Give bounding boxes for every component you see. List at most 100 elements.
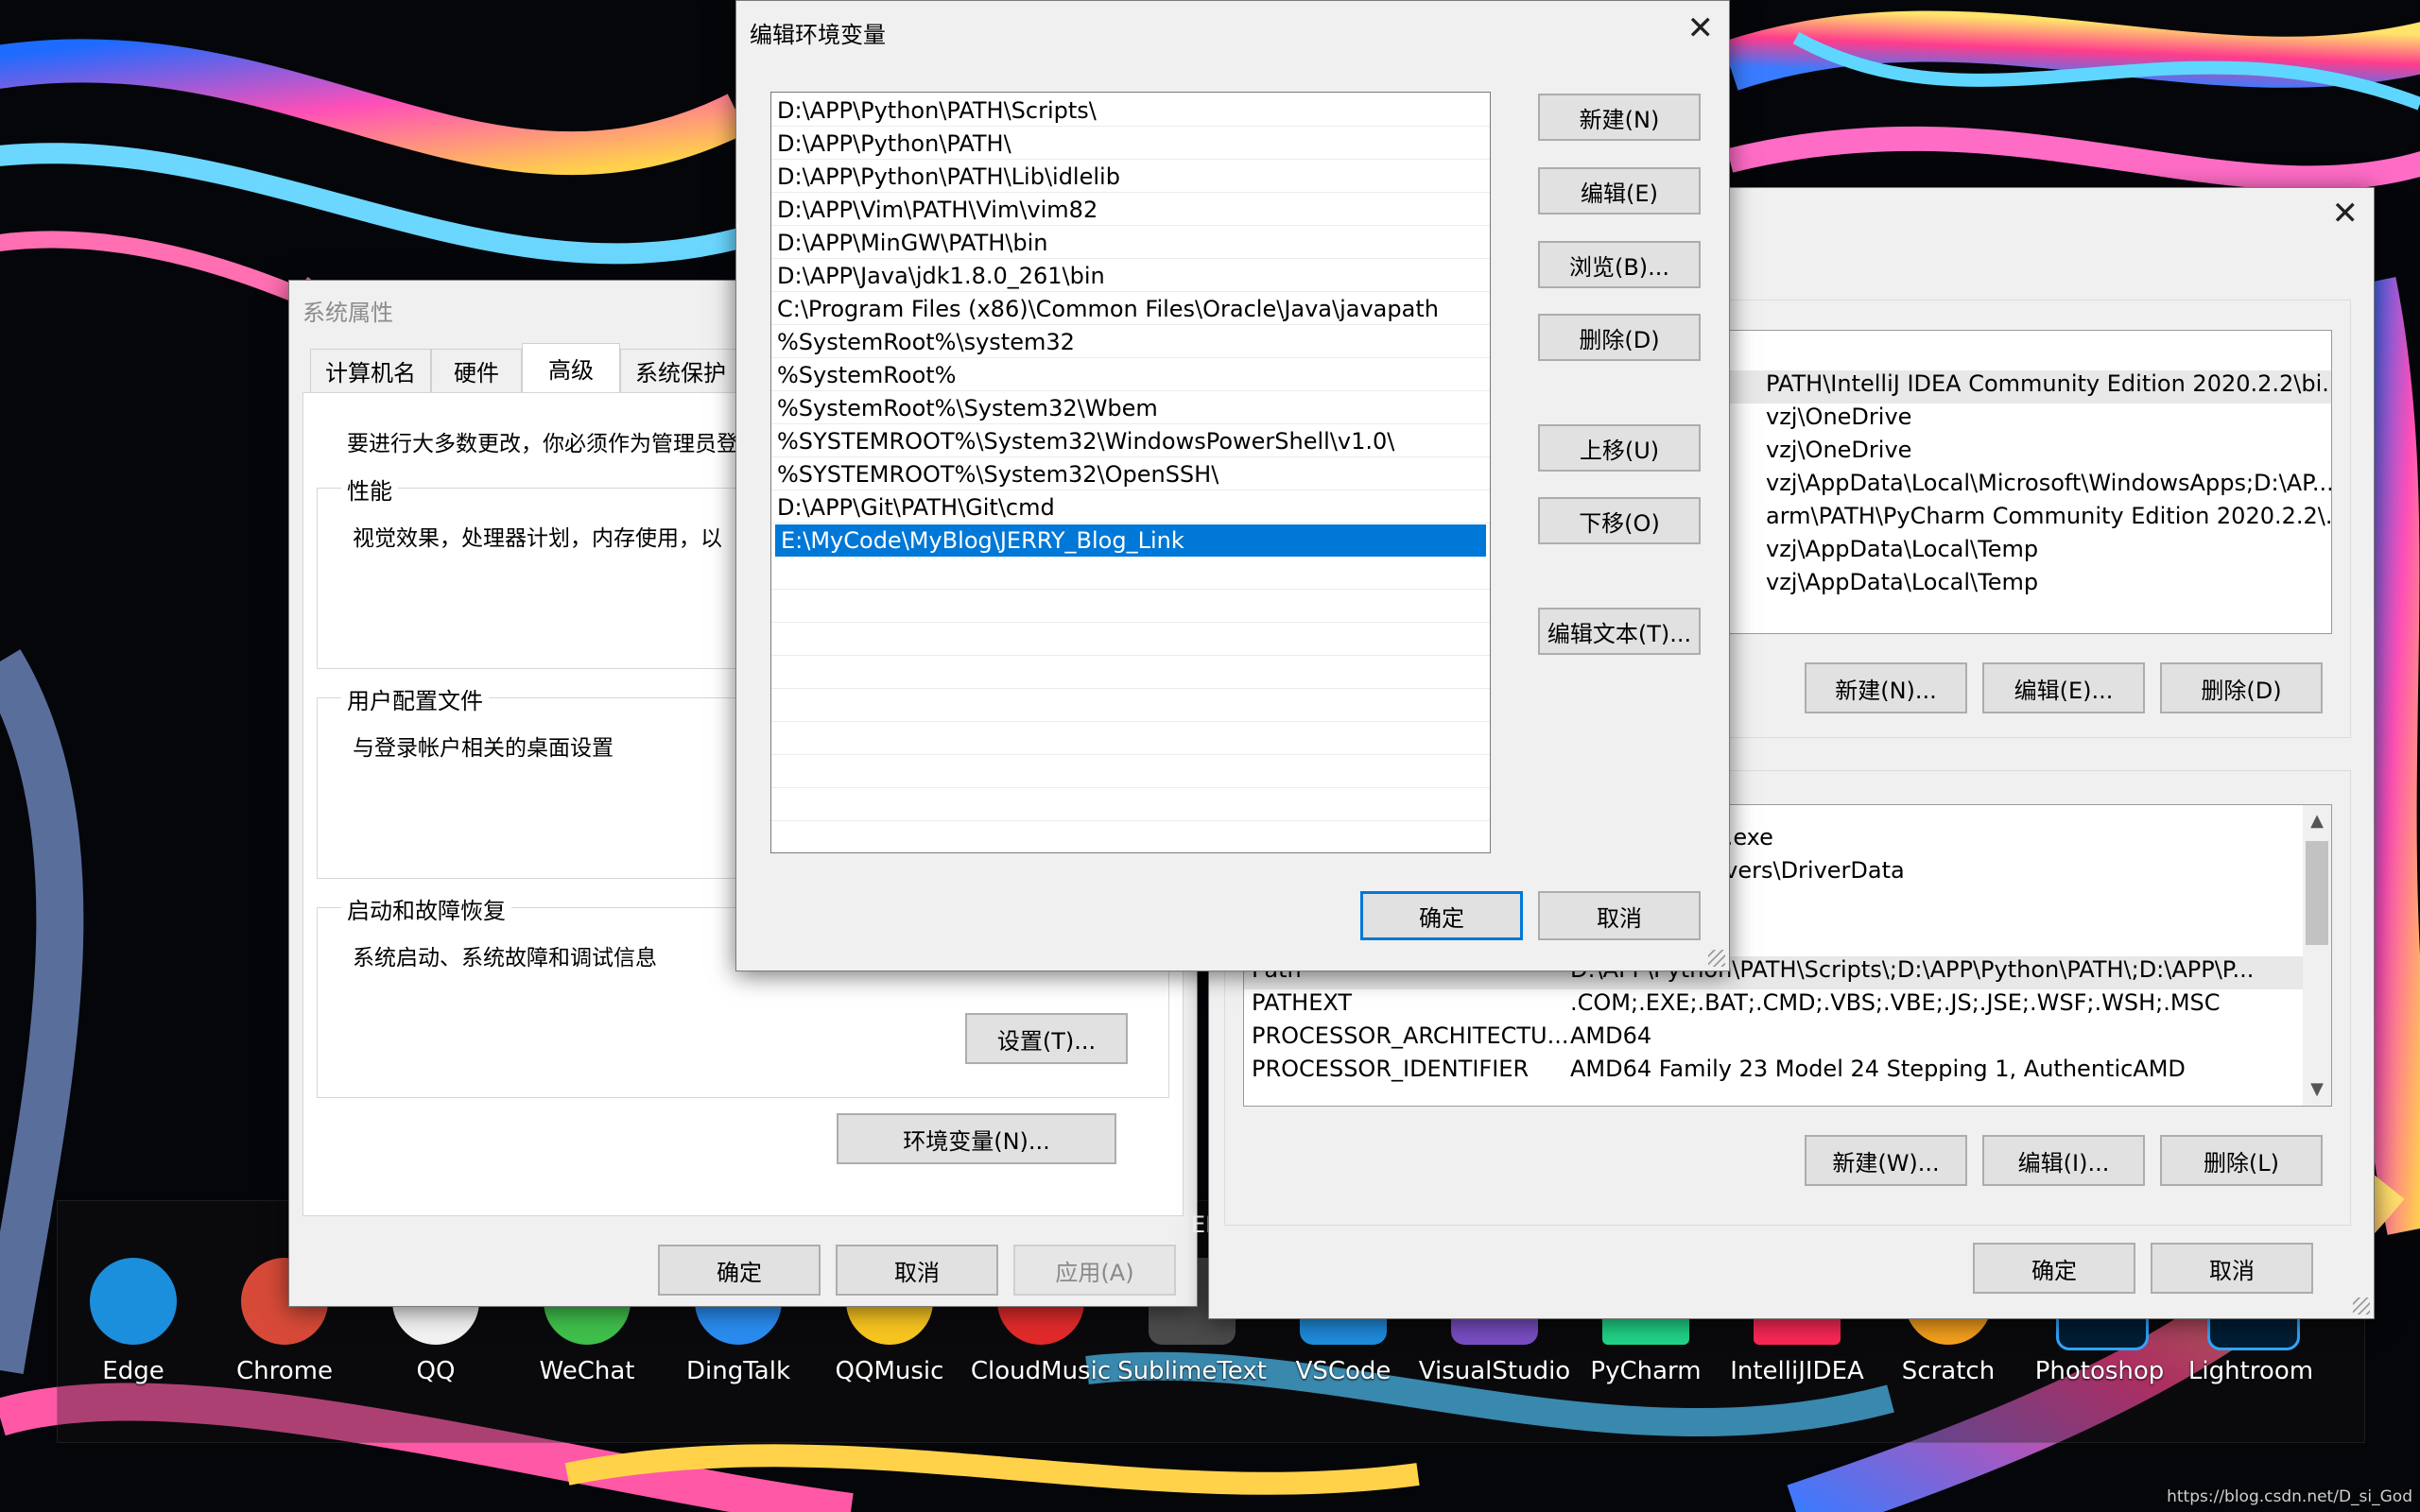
- variable-value: vzj\AppData\Local\Temp: [1766, 536, 2039, 562]
- app-label: Lightroom: [2187, 1357, 2314, 1385]
- variable-name: PROCESSOR_IDENTIFIER: [1252, 1056, 1530, 1082]
- list-item[interactable]: D:\APP\Java\jdk1.8.0_261\bin: [771, 260, 1490, 292]
- dialog-title: 编辑环境变量: [750, 22, 886, 48]
- close-icon[interactable]: ✕: [1687, 12, 1715, 44]
- app-label: Chrome: [236, 1357, 333, 1385]
- app-label: Edge: [102, 1357, 164, 1385]
- dialog-title: 系统属性: [302, 300, 393, 326]
- system-new-button[interactable]: 新建(W)...: [1805, 1135, 1967, 1186]
- user-new-button[interactable]: 新建(N)...: [1805, 662, 1967, 713]
- cancel-button[interactable]: 取消: [1538, 891, 1701, 940]
- user-profiles-desc: 与登录帐户相关的桌面设置: [353, 736, 614, 761]
- variable-value: vzj\OneDrive: [1766, 404, 1912, 430]
- startup-settings-button[interactable]: 设置(T)...: [965, 1013, 1128, 1064]
- performance-title: 性能: [341, 472, 398, 506]
- list-item[interactable]: D:\APP\Vim\PATH\Vim\vim82: [771, 194, 1490, 226]
- table-row[interactable]: PROCESSOR_IDENTIFIER AMD64 Family 23 Mode…: [1244, 1056, 2331, 1089]
- list-item-selected[interactable]: E:\MyCode\MyBlog\JERRY_Blog_Link: [775, 524, 1486, 557]
- empty-row: [771, 657, 1490, 689]
- user-delete-button[interactable]: 删除(D): [2160, 662, 2323, 713]
- chevron-up-icon[interactable]: ▲: [2303, 807, 2331, 835]
- empty-row: [771, 558, 1490, 590]
- variable-value: AMD64: [1570, 1022, 1652, 1049]
- startup-recovery-title: 启动和故障恢复: [341, 892, 511, 925]
- app-label: WeChat: [539, 1357, 635, 1385]
- variable-value: .COM;.EXE;.BAT;.CMD;.VBS;.VBE;.JS;.JSE;.…: [1570, 989, 2221, 1016]
- list-item[interactable]: D:\APP\MinGW\PATH\bin: [771, 227, 1490, 259]
- tab-hardware[interactable]: 硬件: [431, 349, 522, 392]
- environment-variables-button[interactable]: 环境变量(N)...: [837, 1113, 1116, 1164]
- app-label: VisualStudio: [1418, 1357, 1571, 1385]
- empty-row: [771, 690, 1490, 722]
- variable-name: PROCESSOR_ARCHITECTU...: [1252, 1022, 1569, 1049]
- chevron-down-icon[interactable]: ▼: [2303, 1075, 2331, 1104]
- list-item[interactable]: %SYSTEMROOT%\System32\WindowsPowerShell\…: [771, 425, 1490, 457]
- move-up-button[interactable]: 上移(U): [1538, 424, 1701, 472]
- tab-system-protection[interactable]: 系统保护: [620, 349, 741, 392]
- table-row[interactable]: PROCESSOR_ARCHITECTU... AMD64: [1244, 1022, 2331, 1056]
- variable-value: arm\PATH\PyCharm Community Edition 2020.…: [1766, 503, 2332, 529]
- resize-grip[interactable]: [2353, 1297, 2370, 1314]
- cancel-button[interactable]: 取消: [2151, 1243, 2313, 1294]
- watermark-url: https://blog.csdn.net/D_si_God: [2167, 1487, 2412, 1506]
- app-label: Photoshop: [2034, 1357, 2165, 1385]
- new-button[interactable]: 新建(N): [1538, 94, 1701, 141]
- app-edge[interactable]: Edge: [58, 1201, 209, 1442]
- edit-button[interactable]: 编辑(E): [1538, 167, 1701, 215]
- system-edit-button[interactable]: 编辑(I)...: [1982, 1135, 2145, 1186]
- cancel-button[interactable]: 取消: [836, 1245, 998, 1296]
- user-profiles-title: 用户配置文件: [341, 682, 489, 715]
- app-label: QQ: [416, 1357, 456, 1385]
- list-item[interactable]: D:\APP\Python\PATH\Lib\idlelib: [771, 161, 1490, 193]
- variable-value: PATH\IntelliJ IDEA Community Edition 202…: [1766, 370, 2332, 397]
- browse-button[interactable]: 浏览(B)...: [1538, 241, 1701, 288]
- ok-button[interactable]: 确定: [658, 1245, 821, 1296]
- list-item[interactable]: D:\APP\Python\PATH\Scripts\: [771, 94, 1490, 127]
- path-entries-list[interactable]: D:\APP\Python\PATH\Scripts\ D:\APP\Pytho…: [770, 92, 1491, 853]
- variable-value: AMD64 Family 23 Model 24 Stepping 1, Aut…: [1570, 1056, 2186, 1082]
- list-item[interactable]: C:\Program Files (x86)\Common Files\Orac…: [771, 293, 1490, 325]
- app-label: Scratch: [1901, 1357, 1996, 1385]
- table-row[interactable]: PATHEXT .COM;.EXE;.BAT;.CMD;.VBS;.VBE;.JS…: [1244, 989, 2331, 1022]
- system-list-scrollbar[interactable]: ▲ ▼: [2303, 805, 2331, 1106]
- variable-name: PATHEXT: [1252, 989, 1353, 1016]
- empty-row: [771, 822, 1490, 852]
- app-label: VSCode: [1295, 1357, 1392, 1385]
- edge-icon: [90, 1258, 177, 1345]
- empty-row: [771, 789, 1490, 821]
- list-item[interactable]: %SystemRoot%\System32\Wbem: [771, 392, 1490, 424]
- delete-button[interactable]: 删除(D): [1538, 314, 1701, 361]
- admin-note: 要进行大多数更改，你必须作为管理员登: [347, 432, 738, 456]
- variable-value: vzj\AppData\Local\Temp: [1766, 569, 2039, 595]
- tab-computer-name[interactable]: 计算机名: [310, 349, 431, 392]
- app-label: IntelliJIDEA: [1730, 1357, 1864, 1385]
- empty-row: [771, 756, 1490, 788]
- edit-text-button[interactable]: 编辑文本(T)...: [1538, 608, 1701, 655]
- resize-grip[interactable]: [1708, 950, 1725, 967]
- list-item[interactable]: D:\APP\Python\PATH\: [771, 128, 1490, 160]
- list-item[interactable]: %SystemRoot%\system32: [771, 326, 1490, 358]
- empty-row: [771, 723, 1490, 755]
- empty-row: [771, 624, 1490, 656]
- ok-button[interactable]: 确定: [1360, 891, 1523, 940]
- list-item[interactable]: %SYSTEMROOT%\System32\OpenSSH\: [771, 458, 1490, 490]
- move-down-button[interactable]: 下移(O): [1538, 497, 1701, 544]
- user-edit-button[interactable]: 编辑(E)...: [1982, 662, 2145, 713]
- list-item[interactable]: D:\APP\Git\PATH\Git\cmd: [771, 491, 1490, 524]
- apply-button[interactable]: 应用(A): [1013, 1245, 1176, 1296]
- empty-row: [771, 591, 1490, 623]
- system-delete-button[interactable]: 删除(L): [2160, 1135, 2323, 1186]
- scrollbar-thumb[interactable]: [2306, 841, 2328, 945]
- tab-advanced[interactable]: 高级: [522, 343, 620, 392]
- list-item[interactable]: %SystemRoot%: [771, 359, 1490, 391]
- variable-value: vzj\OneDrive: [1766, 437, 1912, 463]
- ok-button[interactable]: 确定: [1973, 1243, 2135, 1294]
- app-label: QQMusic: [835, 1357, 944, 1385]
- app-label: CloudMusic: [970, 1357, 1112, 1385]
- edit-environment-variable-dialog: 编辑环境变量 ✕ D:\APP\Python\PATH\Scripts\ D:\…: [735, 0, 1730, 971]
- close-icon[interactable]: ✕: [2332, 198, 2360, 230]
- startup-recovery-desc: 系统启动、系统故障和调试信息: [353, 946, 657, 971]
- performance-desc: 视觉效果，处理器计划，内存使用，以: [353, 526, 722, 551]
- app-label: SublimeText: [1117, 1357, 1267, 1385]
- app-label: DingTalk: [685, 1357, 791, 1385]
